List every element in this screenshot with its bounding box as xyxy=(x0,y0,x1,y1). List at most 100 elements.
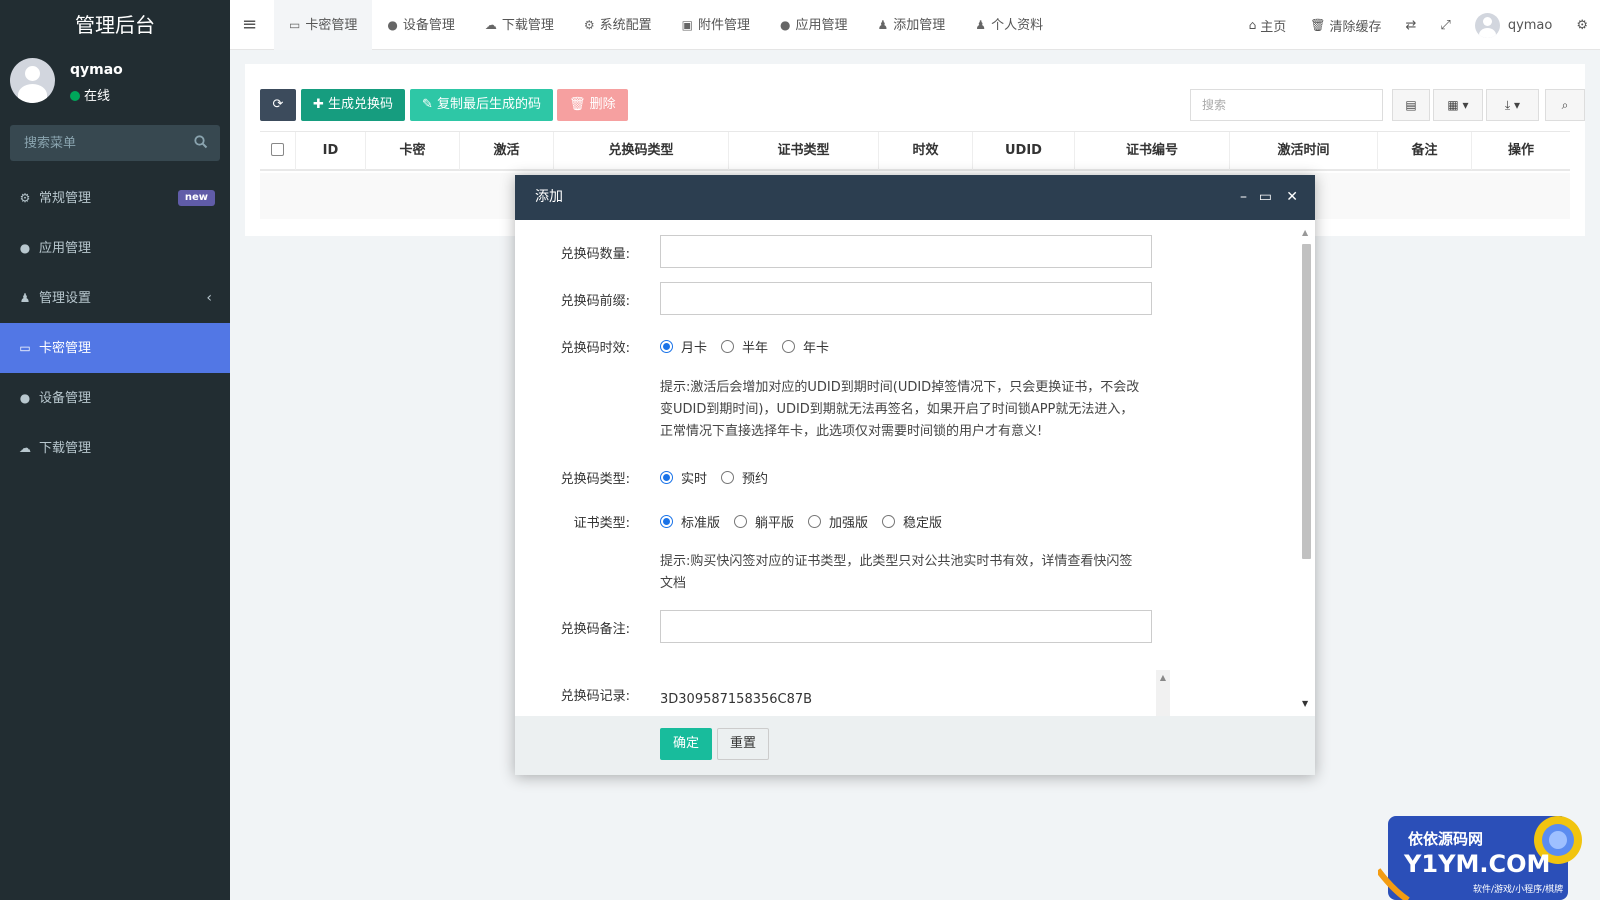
column-header[interactable]: UDID xyxy=(973,132,1075,170)
tab-downloads[interactable]: ☁ 下载管理 xyxy=(470,0,569,50)
app-store-icon: ● xyxy=(19,241,31,255)
sidebar-item-general[interactable]: ⚙ 常规管理 new xyxy=(0,173,230,223)
prefix-input[interactable] xyxy=(660,282,1152,315)
scroll-down-icon[interactable]: ▼ xyxy=(1302,699,1308,708)
column-header[interactable]: 兑换码类型 xyxy=(554,132,729,170)
generate-code-button[interactable]: ✚ 生成兑换码 xyxy=(301,89,406,121)
credit-card-icon: ▭ xyxy=(19,341,31,355)
validity-option-month[interactable]: 月卡 xyxy=(660,337,707,356)
close-icon[interactable]: ✕ xyxy=(1286,175,1298,220)
column-header[interactable]: 激活 xyxy=(460,132,554,170)
radio-icon xyxy=(782,340,796,353)
settings-toggle[interactable]: ⚙ xyxy=(1564,18,1600,33)
menu-search-input[interactable] xyxy=(10,125,220,161)
cert-option-flat[interactable]: 躺平版 xyxy=(734,512,794,531)
app-logo[interactable]: 管理后台 xyxy=(0,0,230,50)
scroll-thumb[interactable] xyxy=(1302,244,1311,559)
minimize-icon[interactable]: – xyxy=(1240,175,1247,220)
textarea-scrollbar[interactable]: ▲ xyxy=(1156,670,1170,716)
sidebar-item-devices[interactable]: ● 设备管理 xyxy=(0,373,230,423)
top-header: ≡ ▭ 卡密管理 ● 设备管理 ☁ 下载管理 ⚙ 系统配置 ▣ 附件管理 ● 应用管理 ♟ 添… xyxy=(230,0,1600,50)
tab-cards[interactable]: ▭ 卡密管理 xyxy=(274,0,373,50)
validity-option-year[interactable]: 年卡 xyxy=(782,337,829,356)
table-search-input[interactable] xyxy=(1190,89,1383,121)
column-header[interactable]: 证书编号 xyxy=(1075,132,1230,170)
add-dialog: 添加 – ▭ ✕ 兑换码数量: 兑换码前缀: 兑换码时效: 月卡 半年 年卡 提… xyxy=(515,175,1315,775)
type-option-realtime[interactable]: 实时 xyxy=(660,468,707,487)
dialog-scrollbar[interactable]: ▲ ▼ xyxy=(1300,228,1312,708)
radio-icon xyxy=(882,515,896,528)
columns-button[interactable]: ▦ ▾ xyxy=(1433,89,1483,121)
tab-attachments[interactable]: ▣ 附件管理 xyxy=(667,0,765,50)
watermark-line3: 软件/游戏/小程序/棋牌 xyxy=(1473,883,1563,895)
pencil-icon: ✎ xyxy=(422,97,438,112)
sidebar-item-admin-settings[interactable]: ♟ 管理设置 ‹ xyxy=(0,273,230,323)
fullscreen-toggle[interactable]: ⤢ xyxy=(1428,18,1462,33)
sidebar: 管理后台 qymao 在线 ⚙ 常规管理 new ● 应用管理 ♟ 管理设置 ‹ ▭ 卡密管… xyxy=(0,0,230,900)
user-menu[interactable]: qymao xyxy=(1463,12,1565,38)
cert-option-enhanced[interactable]: 加强版 xyxy=(808,512,868,531)
avatar xyxy=(1474,12,1500,38)
sidebar-item-apps[interactable]: ● 应用管理 xyxy=(0,223,230,273)
menu-toggle-icon[interactable]: ≡ xyxy=(242,14,257,35)
home-link[interactable]: ⌂ 主页 xyxy=(1237,16,1299,35)
column-header[interactable]: ID xyxy=(296,132,366,170)
export-button[interactable]: ⤓ ▾ xyxy=(1486,89,1539,121)
toggle-view-button[interactable]: ▤ xyxy=(1392,89,1430,121)
language-toggle[interactable]: ⇄ xyxy=(1394,18,1429,33)
radio-icon xyxy=(808,515,822,528)
tab-label: 卡密管理 xyxy=(305,18,358,33)
cert-option-standard[interactable]: 标准版 xyxy=(660,512,720,531)
tab-label: 应用管理 xyxy=(795,18,848,33)
cert-hint: 提示:购买快闪签对应的证书类型，此类型只对公共池实时书有效，详情查看快闪签文档 xyxy=(660,554,1133,591)
radio-label: 标准版 xyxy=(681,516,721,531)
users-icon: ♟ xyxy=(19,291,31,305)
radio-icon xyxy=(721,340,735,353)
delete-button[interactable]: 🗑 删除 xyxy=(557,89,628,121)
tab-add-admin[interactable]: ♟ 添加管理 xyxy=(863,0,961,50)
search-submit-button[interactable]: ⌕ xyxy=(1545,89,1585,121)
reset-button[interactable]: 重置 xyxy=(717,728,769,760)
column-header[interactable]: 备注 xyxy=(1378,132,1472,170)
tab-devices[interactable]: ● 设备管理 xyxy=(372,0,470,50)
tab-apps[interactable]: ● 应用管理 xyxy=(765,0,863,50)
tab-label: 附件管理 xyxy=(698,18,751,33)
right-nav: ⌂ 主页 🗑 清除缓存 ⇄ ⤢ qymao ⚙ xyxy=(1237,0,1600,50)
column-header[interactable]: 时效 xyxy=(879,132,973,170)
dialog-title: 添加 xyxy=(535,189,563,205)
tab-system-config[interactable]: ⚙ 系统配置 xyxy=(569,0,667,50)
column-header[interactable]: 卡密 xyxy=(366,132,460,170)
remark-input[interactable] xyxy=(660,610,1152,643)
scroll-up-icon[interactable]: ▲ xyxy=(1302,228,1308,237)
sidebar-menu: ⚙ 常规管理 new ● 应用管理 ♟ 管理设置 ‹ ▭ 卡密管理 ● 设备管理 ☁ 下载管理 xyxy=(0,173,230,473)
refresh-button[interactable]: ⟳ xyxy=(260,89,296,121)
search-icon[interactable] xyxy=(194,135,208,153)
maximize-icon[interactable]: ▭ xyxy=(1259,175,1272,220)
cert-option-stable[interactable]: 稳定版 xyxy=(882,512,942,531)
sidebar-item-cards[interactable]: ▭ 卡密管理 xyxy=(0,323,230,373)
quantity-input[interactable] xyxy=(660,235,1152,268)
column-header[interactable]: 操作 xyxy=(1472,132,1570,170)
column-header[interactable]: 激活时间 xyxy=(1230,132,1378,170)
dialog-title-bar[interactable]: 添加 – ▭ ✕ xyxy=(515,175,1315,220)
radio-checked-icon xyxy=(660,471,673,484)
sidebar-item-label: 下载管理 xyxy=(39,441,92,456)
watermark-line1: 依依源码网 xyxy=(1408,830,1483,848)
clear-cache-link[interactable]: 🗑 清除缓存 xyxy=(1298,16,1393,35)
record-textarea[interactable]: 3D309587158356C87B ▲ xyxy=(660,670,1172,716)
tab-profile[interactable]: ♟ 个人资料 xyxy=(960,0,1058,50)
select-all-checkbox[interactable] xyxy=(271,143,284,156)
column-header[interactable]: 证书类型 xyxy=(729,132,879,170)
type-option-reserve[interactable]: 预约 xyxy=(721,468,768,487)
type-radio-group: 实时 预约 xyxy=(660,468,782,487)
validity-option-half-year[interactable]: 半年 xyxy=(721,337,768,356)
nav-tabs: ▭ 卡密管理 ● 设备管理 ☁ 下载管理 ⚙ 系统配置 ▣ 附件管理 ● 应用管理 ♟ 添加管… xyxy=(274,0,1058,50)
confirm-button[interactable]: 确定 xyxy=(660,728,712,760)
radio-label: 半年 xyxy=(742,341,769,356)
credit-card-icon: ▭ xyxy=(289,18,301,32)
sidebar-item-downloads[interactable]: ☁ 下载管理 xyxy=(0,423,230,473)
remark-label: 兑换码备注: xyxy=(560,622,630,637)
user-status: 在线 xyxy=(70,85,110,104)
home-icon: ⌂ xyxy=(1248,18,1257,32)
copy-last-button[interactable]: ✎ 复制最后生成的码 xyxy=(410,89,554,121)
